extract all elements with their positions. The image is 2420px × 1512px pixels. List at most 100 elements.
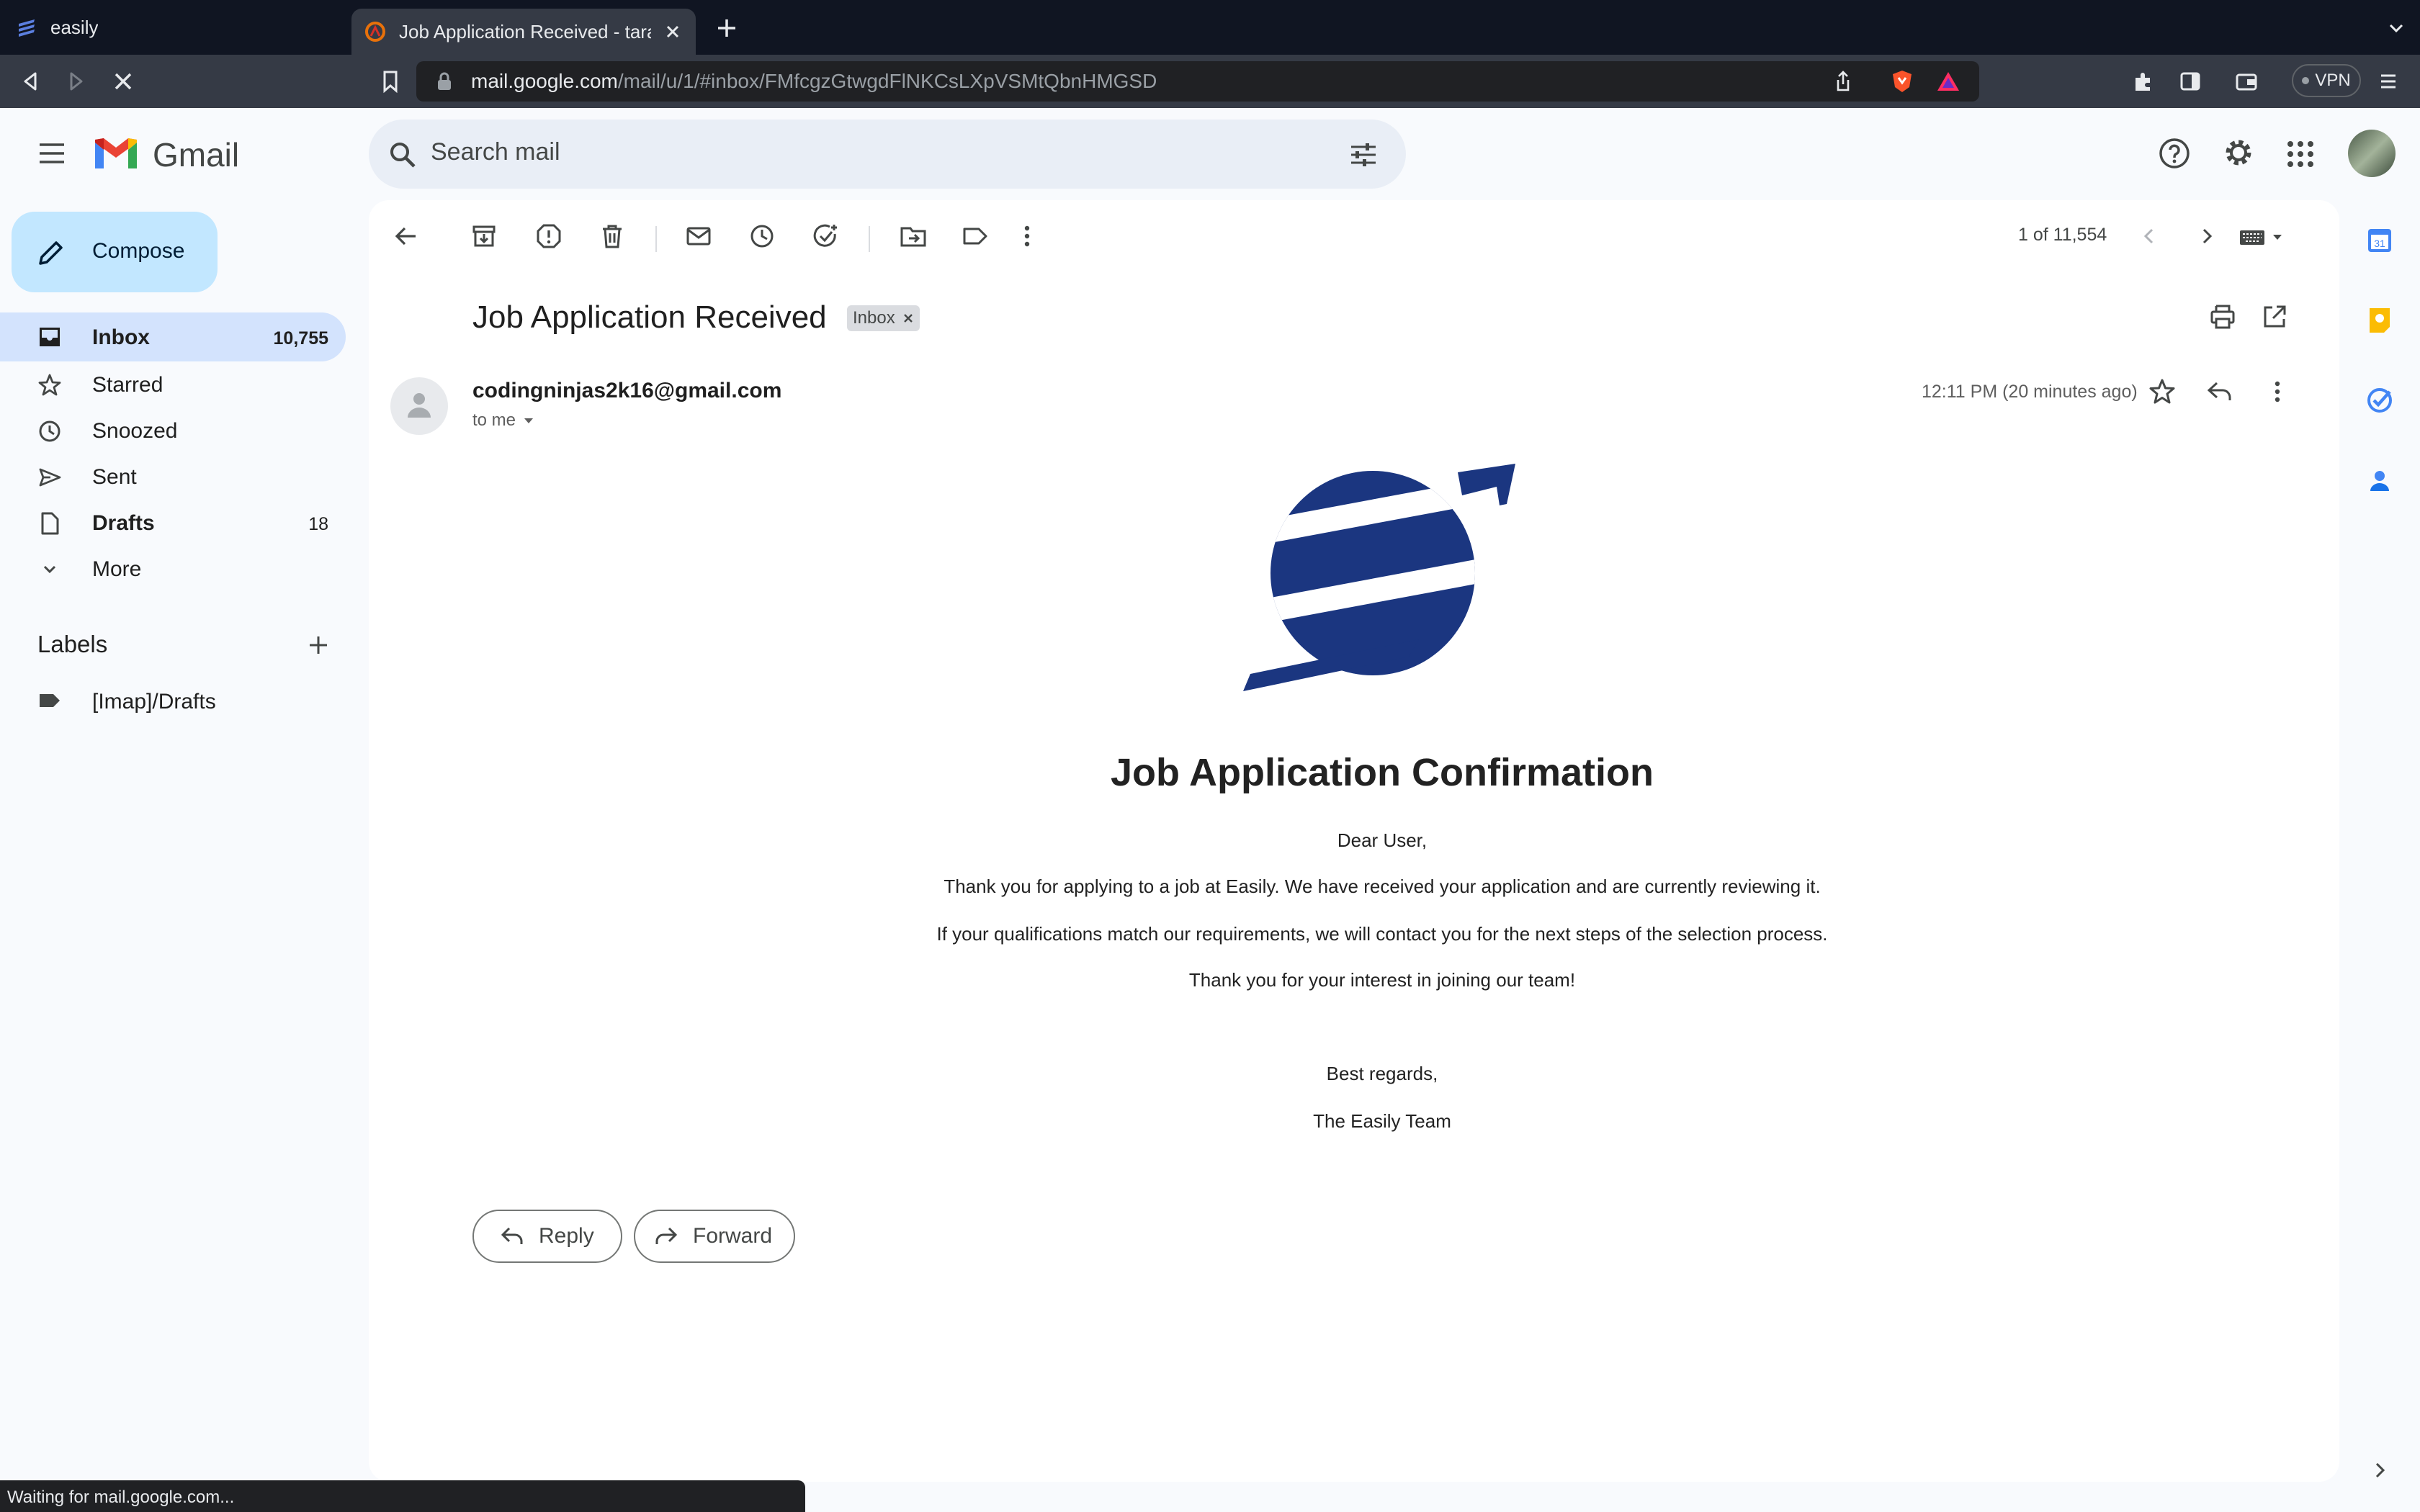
delete-icon[interactable] — [598, 222, 627, 251]
message-pager: 1 of 11,554 — [2018, 225, 2107, 245]
bookmark-icon[interactable] — [379, 69, 402, 94]
input-tools-icon[interactable] — [2238, 226, 2286, 248]
reply-button[interactable]: Reply — [472, 1210, 622, 1263]
sidebar-item-snoozed[interactable]: Snoozed — [0, 406, 346, 455]
address-bar[interactable]: mail.google.com/mail/u/1/#inbox/FMfcgzGt… — [416, 61, 1979, 102]
sender-avatar[interactable] — [390, 377, 448, 435]
sidebar-item-inbox[interactable]: Inbox 10,755 — [0, 312, 346, 361]
main-menu-icon[interactable] — [37, 141, 66, 166]
contacts-icon[interactable] — [2365, 467, 2394, 495]
body-paragraph: Thank you for your interest in joining o… — [1188, 969, 1576, 991]
back-to-inbox-icon[interactable] — [392, 222, 421, 251]
search-options-icon[interactable] — [1348, 140, 1379, 170]
forward-button[interactable]: Forward — [634, 1210, 795, 1263]
open-in-new-window-icon[interactable] — [2260, 302, 2289, 331]
sidebar-item-drafts[interactable]: Drafts 18 — [0, 498, 346, 547]
sign-off-text: Best regards, — [1326, 1063, 1438, 1084]
sidebar-item-label: Sent — [92, 465, 137, 489]
pencil-icon — [39, 241, 63, 265]
vpn-status-dot — [2302, 77, 2310, 84]
older-message-icon[interactable] — [2195, 225, 2218, 248]
compose-label: Compose — [92, 239, 185, 263]
settings-gear-icon[interactable] — [2221, 135, 2256, 170]
toolbar-divider — [655, 226, 657, 252]
calendar-icon[interactable]: 31 — [2365, 226, 2394, 255]
archive-icon[interactable] — [470, 222, 498, 251]
apps-grid-icon[interactable] — [2286, 140, 2315, 168]
message-subject: Job Application Received — [472, 300, 827, 335]
show-side-panel-icon[interactable] — [2370, 1460, 2390, 1480]
sidebar-label-imap-drafts[interactable]: [Imap]/Drafts — [0, 677, 346, 726]
sidebar-item-starred[interactable]: Starred — [0, 360, 346, 409]
search-input[interactable]: Search mail — [431, 138, 560, 166]
person-icon — [408, 393, 431, 418]
label-tag-icon — [40, 694, 60, 707]
forward-label: Forward — [693, 1224, 773, 1248]
sidebar-item-sent[interactable]: Sent — [0, 452, 346, 501]
browser-menu-icon[interactable] — [2377, 69, 2400, 94]
tab-title: Job Application Received - tara — [399, 20, 651, 42]
search-bar[interactable]: Search mail — [369, 120, 1406, 189]
lock-icon — [438, 72, 451, 90]
easily-favicon-icon — [19, 19, 35, 37]
star-message-icon[interactable] — [2148, 377, 2177, 406]
newer-message-icon[interactable] — [2138, 225, 2161, 248]
browser-status-bar: Waiting for mail.google.com... — [0, 1480, 805, 1512]
back-icon[interactable] — [19, 69, 43, 94]
label-icon[interactable] — [961, 222, 990, 251]
stop-loading-icon[interactable] — [111, 69, 135, 94]
brave-shields-icon[interactable] — [1890, 68, 1914, 94]
svg-text:31: 31 — [2374, 238, 2385, 249]
sender-email[interactable]: codingninjas2k16@gmail.com — [472, 379, 781, 403]
browser-tab-easily[interactable]: easily — [0, 0, 349, 55]
report-spam-icon[interactable] — [534, 222, 563, 251]
chevron-down-icon — [43, 565, 56, 574]
gmail-favicon-icon — [365, 22, 385, 42]
unread-count: 10,755 — [273, 328, 328, 348]
recipient-dropdown-icon — [524, 418, 534, 423]
tasks-icon[interactable] — [2365, 386, 2394, 415]
move-to-icon[interactable] — [899, 222, 928, 251]
extensions-icon[interactable] — [2130, 69, 2155, 94]
add-to-tasks-icon[interactable] — [811, 222, 840, 251]
vpn-label: VPN — [2315, 71, 2351, 90]
sidebar-item-label: Starred — [92, 373, 163, 397]
url-host: mail.google.com — [471, 70, 618, 92]
account-avatar[interactable] — [2348, 130, 2396, 177]
search-icon[interactable] — [387, 140, 418, 170]
more-actions-icon[interactable] — [1018, 222, 1036, 251]
share-icon[interactable] — [1832, 70, 1854, 93]
sidebar-toggle-icon[interactable] — [2178, 69, 2202, 94]
keep-icon[interactable] — [2365, 305, 2394, 334]
gmail-logo-icon[interactable] — [92, 135, 140, 171]
forward-arrow-icon — [655, 1227, 678, 1244]
wallet-icon[interactable] — [2234, 69, 2259, 94]
close-tab-icon[interactable] — [661, 20, 684, 43]
remove-label-icon[interactable] — [902, 312, 914, 324]
reply-label: Reply — [539, 1224, 594, 1248]
vpn-button[interactable]: VPN — [2292, 64, 2361, 97]
brave-rewards-icon[interactable] — [1936, 70, 1960, 93]
snooze-icon[interactable] — [748, 222, 776, 251]
url-text: mail.google.com/mail/u/1/#inbox/FMfcgzGt… — [471, 70, 1157, 93]
reply-arrow-icon — [501, 1227, 523, 1244]
sidebar-item-label: Drafts — [92, 511, 155, 535]
body-paragraph: If your qualifications match our require… — [936, 923, 1828, 945]
print-icon[interactable] — [2208, 302, 2237, 331]
sidebar-item-more[interactable]: More — [0, 544, 346, 593]
tab-search-chevron-icon[interactable] — [2387, 19, 2406, 37]
new-tab-icon[interactable] — [714, 16, 739, 40]
mark-unread-icon[interactable] — [684, 222, 713, 251]
drafts-count: 18 — [308, 514, 328, 534]
inbox-icon — [40, 328, 60, 346]
reply-icon[interactable] — [2205, 379, 2234, 405]
tab-title: easily — [50, 16, 99, 38]
compose-button[interactable]: Compose — [12, 212, 218, 292]
forward-nav-icon[interactable] — [63, 69, 88, 94]
recipient-details[interactable]: to me — [472, 410, 534, 431]
inbox-label-chip[interactable]: Inbox — [847, 305, 920, 331]
add-label-icon[interactable] — [305, 632, 331, 658]
help-icon[interactable] — [2158, 137, 2191, 170]
message-more-icon[interactable] — [2269, 377, 2286, 406]
browser-tab-gmail[interactable]: Job Application Received - tara — [351, 9, 696, 55]
